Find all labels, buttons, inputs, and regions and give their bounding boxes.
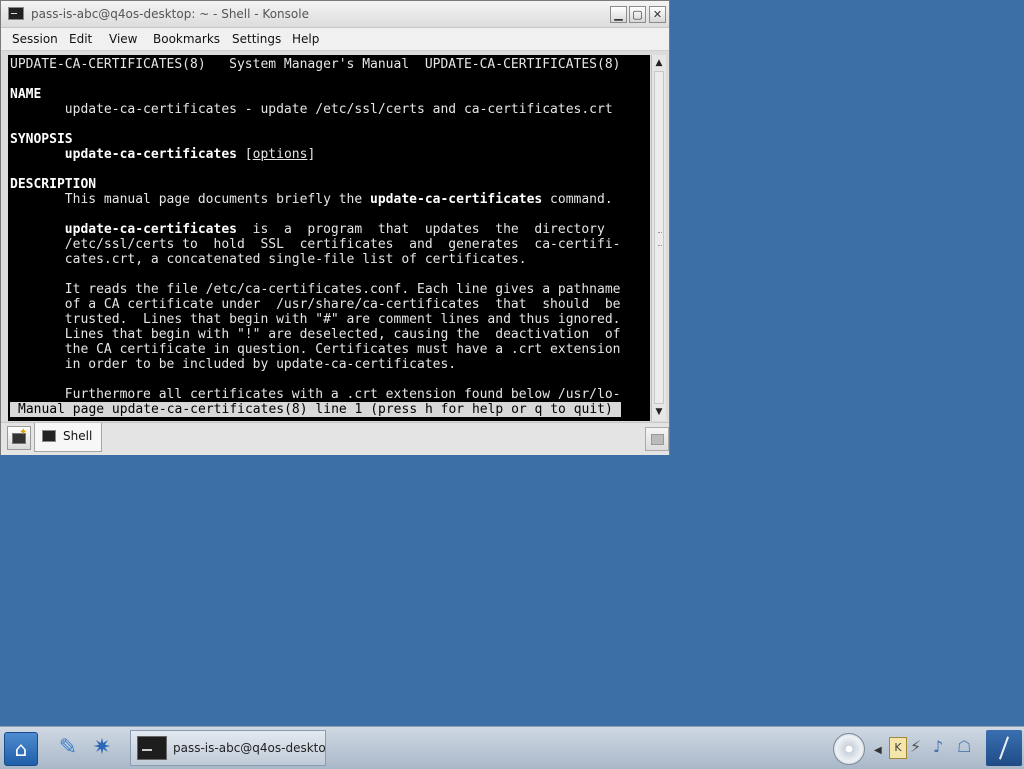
terminal-text: NAME bbox=[10, 87, 42, 102]
close-tab-icon bbox=[651, 434, 664, 445]
scroll-down-arrow-icon[interactable]: ▼ bbox=[652, 405, 666, 419]
new-tab-button[interactable]: ✦ bbox=[7, 426, 31, 450]
menu-session[interactable]: Session bbox=[12, 32, 58, 46]
terminal-icon bbox=[137, 736, 167, 760]
terminal-text: It reads the file /etc/ca-certificates.c… bbox=[10, 282, 621, 297]
terminal-line: update-ca-certificates is a program that… bbox=[10, 222, 620, 237]
taskbar: ⌂ ✎ ✷ pass-is-abc@q4os-desktop ◀ K ⚡ ♪ ☖ bbox=[0, 726, 1024, 769]
lock-icon[interactable]: ☖ bbox=[957, 737, 971, 757]
terminal-area[interactable]: UPDATE-CA-CERTIFICATES(8) System Manager… bbox=[8, 55, 650, 421]
terminal-line: This manual page documents briefly the u… bbox=[10, 192, 620, 207]
maximize-button[interactable]: ▢ bbox=[629, 6, 646, 23]
tab-label: Shell bbox=[63, 429, 93, 443]
terminal-line: Furthermore all certificates with a .crt… bbox=[10, 387, 621, 402]
close-tab-button[interactable] bbox=[645, 427, 669, 451]
tab-bar: ✦ Shell bbox=[1, 422, 669, 455]
scrollbar-thumb[interactable] bbox=[654, 71, 664, 404]
menu-bookmarks[interactable]: Bookmarks bbox=[153, 32, 220, 46]
terminal-text: [ bbox=[236, 147, 253, 162]
terminal-text: update-ca-certificates bbox=[64, 222, 237, 237]
terminal-line: trusted. Lines that begin with "#" are c… bbox=[10, 312, 621, 327]
cd-drive-icon[interactable] bbox=[833, 733, 865, 765]
terminal-line: Lines that begin with "!" are deselected… bbox=[10, 327, 621, 342]
volume-icon[interactable]: ♪ bbox=[933, 737, 943, 757]
terminal-text: in order to be included by update-ca-cer… bbox=[10, 357, 457, 372]
sparkle-icon: ✦ bbox=[19, 427, 28, 438]
terminal-text: DESCRIPTION bbox=[10, 177, 97, 192]
terminal-line: of a CA certificate under /usr/share/ca-… bbox=[10, 297, 621, 312]
terminal-line: update-ca-certificates [options] bbox=[10, 147, 620, 162]
menu-settings[interactable]: Settings bbox=[232, 32, 281, 46]
terminal-line: /etc/ssl/certs to hold SSL certificates … bbox=[10, 237, 621, 252]
terminal-text: update-ca-certificates - update /etc/ssl… bbox=[10, 102, 613, 117]
terminal-text: SYNOPSIS bbox=[10, 132, 73, 147]
clock-hand bbox=[998, 736, 1010, 760]
konsole-icon bbox=[8, 7, 24, 20]
window-title: pass-is-abc@q4os-desktop: ~ - Shell - Ko… bbox=[31, 7, 309, 21]
taskbar-window-button[interactable]: pass-is-abc@q4os-desktop bbox=[130, 730, 326, 766]
terminal-text: trusted. Lines that begin with "#" are c… bbox=[10, 312, 621, 327]
terminal-text: update-ca-certificates bbox=[370, 192, 543, 207]
terminal-text: the CA certificate in question. Certific… bbox=[10, 342, 621, 357]
terminal-line: NAME bbox=[10, 87, 620, 102]
tray-expand-arrow-icon[interactable]: ◀ bbox=[874, 741, 882, 761]
terminal-text: command. bbox=[542, 192, 613, 207]
terminal-line: It reads the file /etc/ca-certificates.c… bbox=[10, 282, 621, 297]
terminal-text: This manual page documents briefly the bbox=[10, 192, 371, 207]
terminal-text: of a CA certificate under /usr/share/ca-… bbox=[10, 297, 621, 312]
terminal-line: cates.crt, a concatenated single-file li… bbox=[10, 252, 620, 267]
terminal-text: Furthermore all certificates with a .crt… bbox=[10, 387, 621, 402]
terminal-text: UPDATE-CA-CERTIFICATES(8) System Manager… bbox=[10, 57, 621, 72]
terminal-line: SYNOPSIS bbox=[10, 132, 620, 147]
terminal-text: is a program that updates the directory bbox=[236, 222, 605, 237]
menu-view[interactable]: View bbox=[109, 32, 137, 46]
scroll-up-arrow-icon[interactable]: ▲ bbox=[652, 56, 666, 70]
terminal-line: UPDATE-CA-CERTIFICATES(8) System Manager… bbox=[10, 57, 620, 72]
konsole-window: pass-is-abc@q4os-desktop: ~ - Shell - Ko… bbox=[0, 0, 670, 455]
window-titlebar[interactable]: pass-is-abc@q4os-desktop: ~ - Shell - Ko… bbox=[1, 1, 669, 28]
terminal-text: ] bbox=[307, 147, 316, 162]
clock-icon[interactable] bbox=[986, 730, 1022, 766]
terminal-line: the CA certificate in question. Certific… bbox=[10, 342, 621, 357]
pager-status-line: Manual page update-ca-certificates(8) li… bbox=[10, 402, 621, 417]
terminal-line: in order to be included by update-ca-cer… bbox=[10, 357, 620, 372]
terminal-text: update-ca-certificates bbox=[64, 147, 237, 162]
terminal-text: options bbox=[252, 147, 308, 162]
terminal-line: update-ca-certificates - update /etc/ssl… bbox=[10, 102, 620, 117]
scrollbar-grip bbox=[658, 232, 662, 246]
menubar: Session Edit View Bookmarks Settings Hel… bbox=[1, 28, 669, 51]
terminal-text: /etc/ssl/certs to hold SSL certificates … bbox=[10, 237, 621, 252]
close-button[interactable]: ✕ bbox=[649, 6, 666, 23]
terminal-scrollbar[interactable]: ▲ ▼ bbox=[651, 55, 666, 421]
tab-shell[interactable]: Shell bbox=[34, 423, 102, 452]
settings-launcher-icon[interactable]: ✷ bbox=[86, 732, 118, 764]
clipboard-icon[interactable]: K bbox=[889, 737, 907, 759]
start-menu-button[interactable]: ⌂ bbox=[4, 732, 38, 766]
terminal-output: UPDATE-CA-CERTIFICATES(8) System Manager… bbox=[10, 57, 620, 402]
terminal-text: cates.crt, a concatenated single-file li… bbox=[10, 252, 527, 267]
menu-edit[interactable]: Edit bbox=[69, 32, 92, 46]
desktop-launcher-icon[interactable]: ✎ bbox=[52, 732, 84, 764]
taskbar-window-label: pass-is-abc@q4os-desktop bbox=[173, 741, 326, 755]
network-icon[interactable]: ⚡ bbox=[910, 737, 921, 757]
menu-help[interactable]: Help bbox=[292, 32, 319, 46]
terminal-text: Lines that begin with "!" are deselected… bbox=[10, 327, 621, 342]
terminal-icon bbox=[42, 430, 56, 442]
terminal-line: DESCRIPTION bbox=[10, 177, 620, 192]
minimize-button[interactable]: ▁ bbox=[610, 6, 627, 23]
